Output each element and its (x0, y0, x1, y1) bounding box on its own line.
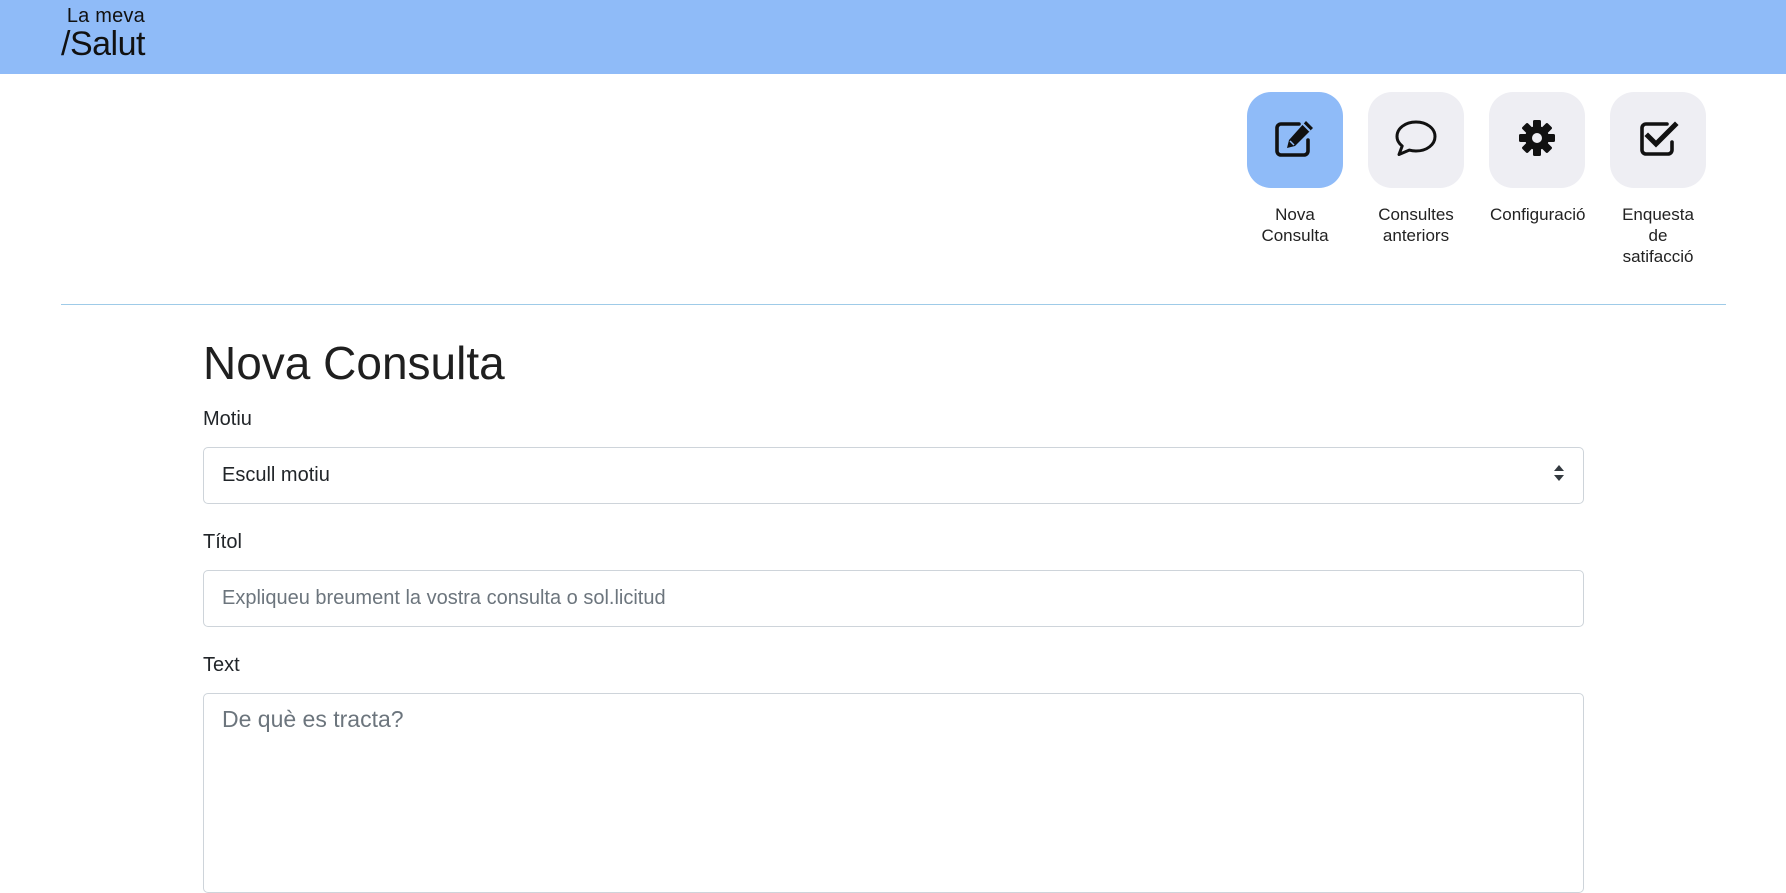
nav-tile-nova-consulta[interactable] (1247, 92, 1343, 188)
nav-item-configuracio[interactable]: Configuració (1482, 92, 1592, 225)
page-title: Nova Consulta (203, 337, 505, 389)
motiu-label: Motiu (203, 408, 252, 430)
nav-item-nova-consulta[interactable]: Nova Consulta (1240, 92, 1350, 246)
nav-tile-enquesta-satisfaccio[interactable] (1610, 92, 1706, 188)
logo-text-small: La meva (66, 5, 145, 27)
select-arrows-icon (1553, 464, 1565, 488)
motiu-selected-value: Escull motiu (222, 464, 330, 486)
titol-input[interactable] (203, 570, 1584, 627)
top-header-bar: La meva /Salut (0, 0, 1786, 74)
nav-label-configuracio: Configuració (1490, 205, 1586, 224)
text-label: Text (203, 654, 240, 676)
logo-text-big: /Salut (61, 25, 145, 63)
nav-tile-configuracio[interactable] (1489, 92, 1585, 188)
gear-icon (1517, 118, 1557, 163)
nav-item-enquesta-satisfaccio[interactable]: Enquesta de satifacció (1603, 92, 1713, 267)
motiu-select[interactable]: Escull motiu (203, 447, 1584, 504)
titol-label: Títol (203, 531, 242, 553)
section-divider (61, 304, 1726, 305)
app-logo[interactable]: La meva /Salut (61, 6, 145, 61)
nav-label-consultes-anteriors: Consultes anteriors (1378, 205, 1454, 245)
nav-label-nova-consulta: Nova Consulta (1261, 205, 1329, 245)
new-consultation-form: Nova Consulta Motiu Escull motiu Títol T… (203, 330, 1584, 893)
speech-bubble-icon (1393, 118, 1439, 163)
nav-label-enquesta-satisfaccio: Enquesta de satifacció (1622, 205, 1694, 266)
nav-item-consultes-anteriors[interactable]: Consultes anteriors (1361, 92, 1471, 246)
nav-tile-consultes-anteriors[interactable] (1368, 92, 1464, 188)
edit-icon (1273, 118, 1317, 163)
checkbox-icon (1637, 118, 1679, 163)
text-textarea[interactable] (203, 693, 1584, 893)
